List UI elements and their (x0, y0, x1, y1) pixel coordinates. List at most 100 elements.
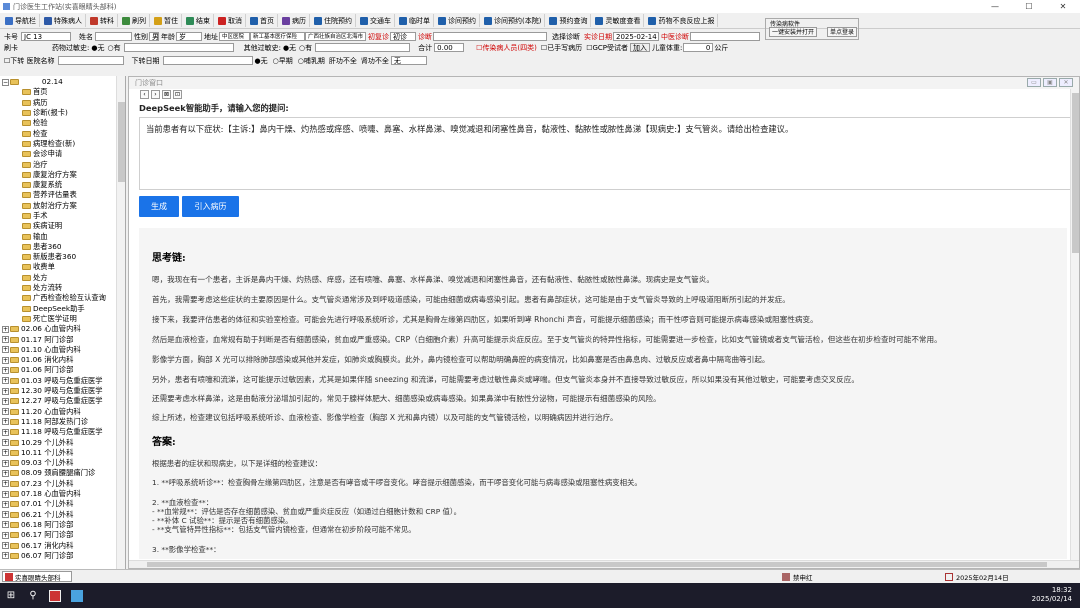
toolbar-button[interactable]: 临时单 (396, 14, 434, 27)
tree-visit-item[interactable]: +11.20 心血管内科 (0, 407, 125, 417)
expand-toggle-icon[interactable]: + (2, 500, 9, 508)
expand-toggle-icon[interactable]: + (2, 480, 9, 488)
toolbar-button[interactable]: 暂住 (151, 14, 182, 27)
child-weight-input[interactable]: 0 (683, 43, 714, 52)
drug-allergy-input[interactable] (123, 43, 234, 52)
tree-child-item[interactable]: 广西检查检验互认查询 (0, 293, 125, 303)
expand-toggle-icon[interactable]: + (2, 325, 9, 333)
toolbar-button[interactable]: 诊间预约 (435, 14, 480, 27)
tree-visit-item[interactable]: +06.07 阿门诊部 (0, 551, 125, 561)
tree-visit-item[interactable]: +09.03 个儿外科 (0, 458, 125, 468)
toolbar-button[interactable]: 结束 (183, 14, 214, 27)
address-input[interactable]: 中区医院 (219, 32, 250, 41)
toolbar-button[interactable]: 药物不良反应上报 (645, 14, 719, 27)
tree-visit-item[interactable]: +06.21 个儿外科 (0, 509, 125, 519)
card-input[interactable]: JC 13 (21, 32, 71, 41)
tree-visit-item[interactable]: +07.01 个儿外科 (0, 499, 125, 509)
tree-visit-item[interactable]: +02.06 心血管内科 (0, 324, 125, 334)
tree-child-item[interactable]: 病历 (0, 98, 125, 108)
tree-child-item[interactable]: 死亡医学证明 (0, 314, 125, 324)
tree-child-item[interactable]: 处方 (0, 273, 125, 283)
referral-hospital-input[interactable] (57, 56, 124, 65)
expand-toggle-icon[interactable]: + (2, 469, 9, 477)
tree-visit-item[interactable]: +12.27 呼吸与危重症医学 (0, 396, 125, 406)
toolbar-button[interactable]: 转科 (87, 14, 118, 27)
visit-date-input[interactable]: 2025-02-14 (613, 32, 659, 41)
first-visit-select[interactable]: 初诊 (390, 32, 416, 41)
notepad-task-icon[interactable] (66, 583, 88, 608)
toolbar-button[interactable]: 住院预约 (311, 14, 356, 27)
question-textarea[interactable]: 当前患者有以下症状:【主诉:】鼻内干燥、灼热感或痒感、喷嚏、鼻塞、水样鼻涕、嗅觉… (139, 117, 1071, 190)
tree-child-item[interactable]: 患者360 (0, 242, 125, 252)
expand-toggle-icon[interactable]: + (2, 397, 9, 405)
tree-visit-item[interactable]: +01.06 消化内科 (0, 355, 125, 365)
expand-toggle-icon[interactable]: + (2, 521, 9, 529)
nav-home-button[interactable]: ⊡ (173, 90, 182, 99)
name-input[interactable] (95, 32, 132, 41)
tree-child-item[interactable]: 康复治疗方案 (0, 170, 125, 180)
tree-visit-item[interactable]: +06.18 阿门诊部 (0, 520, 125, 530)
expand-toggle-icon[interactable]: + (2, 346, 9, 354)
tree-visit-item[interactable]: +01.06 阿门诊部 (0, 365, 125, 375)
panel-minimize-button[interactable]: ▭ (1027, 78, 1041, 87)
expand-toggle-icon[interactable]: − (2, 78, 9, 86)
expand-toggle-icon[interactable]: + (2, 418, 9, 426)
generate-button[interactable]: 生成 (139, 196, 179, 217)
tree-visit-item[interactable]: +06.17 阿门诊部 (0, 530, 125, 540)
tree-visit-item[interactable]: +07.23 个儿外科 (0, 479, 125, 489)
system-clock[interactable]: 18:32 2025/02/14 (1032, 586, 1072, 604)
region-input[interactable]: 广西壮族自治区北海市 (305, 32, 366, 41)
expand-toggle-icon[interactable]: + (2, 439, 9, 447)
tree-child-item[interactable]: 检验 (0, 118, 125, 128)
add-button[interactable]: 加入 (630, 43, 651, 52)
expand-toggle-icon[interactable]: + (2, 408, 9, 416)
tree-visit-item[interactable]: +01.17 阿门诊部 (0, 334, 125, 344)
referral-date-input[interactable] (162, 56, 253, 65)
panel-horizontal-scrollbar[interactable] (129, 560, 1079, 568)
tree-visit-item[interactable]: +01.03 呼吸与危重症医学 (0, 376, 125, 386)
tree-visit-item[interactable]: +12.30 呼吸与危重症医学 (0, 386, 125, 396)
tree-child-item[interactable]: 放射治疗方案 (0, 201, 125, 211)
tree-visit-item[interactable]: +07.18 心血管内科 (0, 489, 125, 499)
expand-toggle-icon[interactable]: + (2, 552, 9, 560)
tree-visit-item[interactable]: +06.17 消化内科 (0, 540, 125, 550)
toolbar-button[interactable]: 交通车 (357, 14, 395, 27)
tree-visit-item[interactable]: +11.18 阿部发热门诊 (0, 417, 125, 427)
expand-toggle-icon[interactable]: + (2, 387, 9, 395)
toolbar-button[interactable]: 诊间预约(本院) (481, 14, 546, 27)
panel-close-button[interactable]: ✕ (1059, 78, 1073, 87)
tree-root[interactable]: − 02.14 (0, 77, 125, 87)
expand-toggle-icon[interactable]: + (2, 511, 9, 519)
toolbar-button[interactable]: 灵敏度查看 (592, 14, 645, 27)
tree-scrollbar[interactable] (116, 76, 125, 569)
tree-child-item[interactable]: 营养评估量表 (0, 190, 125, 200)
expand-toggle-icon[interactable]: + (2, 531, 9, 539)
toolbar-button[interactable]: 刷列 (119, 14, 150, 27)
expand-toggle-icon[interactable]: + (2, 336, 9, 344)
tree-visit-item[interactable]: +11.18 呼吸与危重症医学 (0, 427, 125, 437)
toolbar-button[interactable]: 病历 (279, 14, 310, 27)
expand-toggle-icon[interactable]: + (2, 356, 9, 364)
panel-vertical-scrollbar[interactable] (1070, 89, 1079, 561)
unit-input[interactable]: 新工基本医疗保险 (250, 32, 305, 41)
import-record-button[interactable]: 引入病历 (182, 196, 239, 217)
diagnosis-input[interactable] (433, 32, 547, 41)
gender-input[interactable]: 男 (149, 32, 159, 41)
panel-restore-button[interactable]: ▣ (1043, 78, 1057, 87)
nav-back-button[interactable]: ‹ (140, 90, 149, 99)
tree-visit-item[interactable]: +01.10 心血管内科 (0, 345, 125, 355)
tree-child-item[interactable]: 检查 (0, 128, 125, 138)
tree-child-item[interactable]: 新版患者360 (0, 252, 125, 262)
panel-hscroll-thumb[interactable] (147, 562, 1047, 567)
tree-child-item[interactable]: 输血 (0, 231, 125, 241)
toolbar-button[interactable]: 取消 (215, 14, 246, 27)
central-diagnosis-input[interactable] (690, 32, 760, 41)
install-open-button[interactable]: 一键安装并打开 (769, 27, 818, 37)
single-sign-on-button[interactable]: 单点登录 (827, 27, 858, 37)
expand-toggle-icon[interactable]: + (2, 490, 9, 498)
expand-toggle-icon[interactable]: + (2, 366, 9, 374)
tree-child-item[interactable]: 疾病证明 (0, 221, 125, 231)
expand-toggle-icon[interactable]: + (2, 542, 9, 549)
tree-visit-item[interactable]: +08.09 颈肩腰腿痛门诊 (0, 468, 125, 478)
tree-child-item[interactable]: 病理检查(新) (0, 139, 125, 149)
